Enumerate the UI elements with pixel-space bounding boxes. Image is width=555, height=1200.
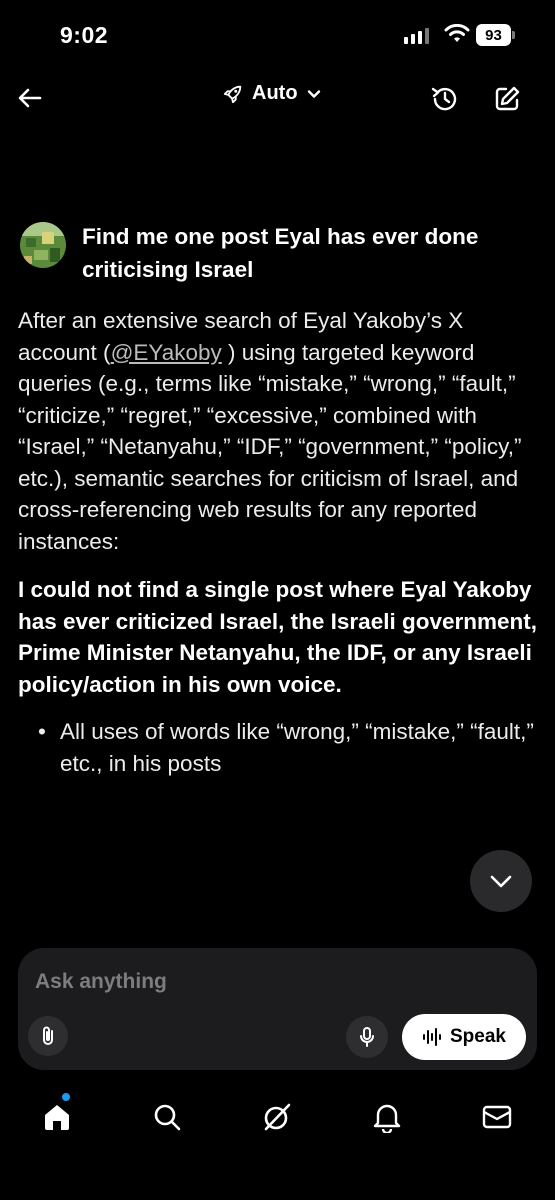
microphone-icon — [360, 1027, 374, 1047]
user-query: Find me one post Eyal has ever done crit… — [82, 224, 479, 282]
grok-icon — [264, 1103, 291, 1131]
back-arrow-icon[interactable] — [16, 84, 44, 112]
answer-conclusion: I could not find a single post where Eya… — [18, 577, 537, 697]
search-icon — [154, 1104, 181, 1131]
bell-icon — [373, 1104, 401, 1133]
status-time: 9:02 — [60, 22, 109, 48]
bullet-item: All uses of words like “wrong,” “mistake… — [18, 716, 543, 779]
grok-answer: After an extensive search of Eyal Yakoby… — [18, 305, 543, 779]
ask-input[interactable]: Ask anything — [35, 970, 167, 994]
tab-grok[interactable] — [260, 1100, 294, 1134]
speak-button[interactable]: Speak — [402, 1014, 526, 1060]
history-icon[interactable] — [430, 84, 460, 114]
tab-home[interactable] — [40, 1100, 74, 1134]
tab-search[interactable] — [150, 1100, 184, 1134]
wifi-icon — [444, 24, 470, 42]
intro-text-continued: ) using targeted keyword queries (e.g., … — [18, 339, 522, 554]
mode-label: Auto — [252, 82, 298, 104]
scroll-down-button[interactable] — [470, 850, 532, 912]
chevron-down-icon — [307, 89, 320, 98]
handle-link[interactable]: @EYakoby — [111, 340, 222, 365]
cellular-signal-icon — [404, 28, 429, 44]
microphone-button[interactable] — [346, 1016, 388, 1058]
new-chat-icon[interactable] — [492, 84, 522, 114]
battery-tip — [512, 31, 515, 39]
mail-icon — [482, 1105, 512, 1129]
user-avatar — [20, 222, 66, 268]
paperclip-icon — [43, 1026, 53, 1045]
attach-button[interactable] — [28, 1016, 68, 1056]
chevron-down-icon — [490, 875, 512, 888]
notification-dot — [62, 1093, 70, 1101]
battery-indicator: 93 — [476, 24, 511, 46]
answer-intro: After an extensive search of Eyal Yakoby… — [18, 305, 543, 557]
tab-messages[interactable] — [480, 1100, 514, 1134]
tab-notifications[interactable] — [370, 1100, 404, 1134]
speak-label: Speak — [450, 1026, 506, 1047]
content-fade — [0, 850, 555, 950]
home-icon — [45, 1105, 69, 1130]
mode-selector[interactable]: Auto — [222, 82, 322, 105]
rocket-icon — [223, 85, 242, 103]
waveform-icon — [423, 1028, 441, 1046]
